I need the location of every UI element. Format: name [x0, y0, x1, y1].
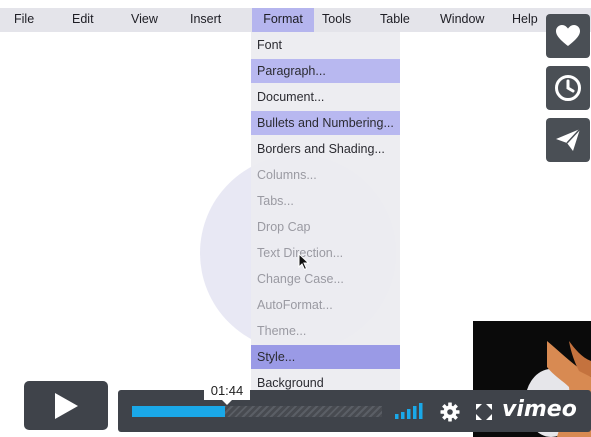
play-icon [55, 392, 78, 419]
like-button[interactable] [546, 14, 590, 58]
menu-item-autoformat[interactable]: AutoFormat... [251, 293, 400, 317]
vimeo-logo[interactable]: vimeo [502, 396, 577, 424]
play-button[interactable] [24, 381, 108, 430]
menu-item-text-direction[interactable]: Text Direction... [251, 241, 400, 265]
paper-plane-icon [556, 128, 581, 151]
menu-item-drop-cap[interactable]: Drop Cap [251, 215, 400, 239]
menu-item-font[interactable]: Font [251, 33, 400, 57]
menu-file[interactable]: File [14, 8, 34, 32]
menu-item-bullets-and-numbering[interactable]: Bullets and Numbering... [251, 111, 400, 135]
menu-help[interactable]: Help [512, 8, 538, 32]
current-time-badge: 01:44 [204, 381, 250, 405]
menu-item-borders-and-shading[interactable]: Borders and Shading... [251, 137, 400, 161]
menu-table[interactable]: Table [380, 8, 410, 32]
heart-icon [556, 25, 580, 46]
progress-fill [132, 406, 225, 417]
clock-icon [555, 75, 581, 101]
menu-window[interactable]: Window [440, 8, 484, 32]
share-button[interactable] [546, 118, 590, 162]
menu-view[interactable]: View [131, 8, 158, 32]
menu-bar: File Edit View Insert Format Tools Table Window… [0, 8, 591, 32]
format-dropdown-menu: Font Paragraph... Document... Bullets and N… [251, 32, 400, 395]
settings-gear-icon[interactable] [440, 402, 460, 422]
menu-item-tabs[interactable]: Tabs... [251, 189, 400, 213]
menu-item-change-case[interactable]: Change Case... [251, 267, 400, 291]
watch-later-button[interactable] [546, 66, 590, 110]
volume-icon[interactable] [395, 403, 427, 419]
menu-insert[interactable]: Insert [190, 8, 221, 32]
menu-item-document[interactable]: Document... [251, 85, 400, 109]
player-control-bar: vimeo [118, 390, 591, 432]
menu-item-columns[interactable]: Columns... [251, 163, 400, 187]
menu-item-theme[interactable]: Theme... [251, 319, 400, 343]
mouse-cursor-icon [298, 253, 310, 271]
menu-format[interactable]: Format [252, 8, 314, 32]
fullscreen-icon[interactable] [475, 403, 493, 421]
menu-item-paragraph[interactable]: Paragraph... [251, 59, 400, 83]
progress-bar[interactable] [132, 406, 382, 417]
menu-item-style[interactable]: Style... [251, 345, 400, 369]
menu-edit[interactable]: Edit [72, 8, 94, 32]
menu-tools[interactable]: Tools [322, 8, 351, 32]
